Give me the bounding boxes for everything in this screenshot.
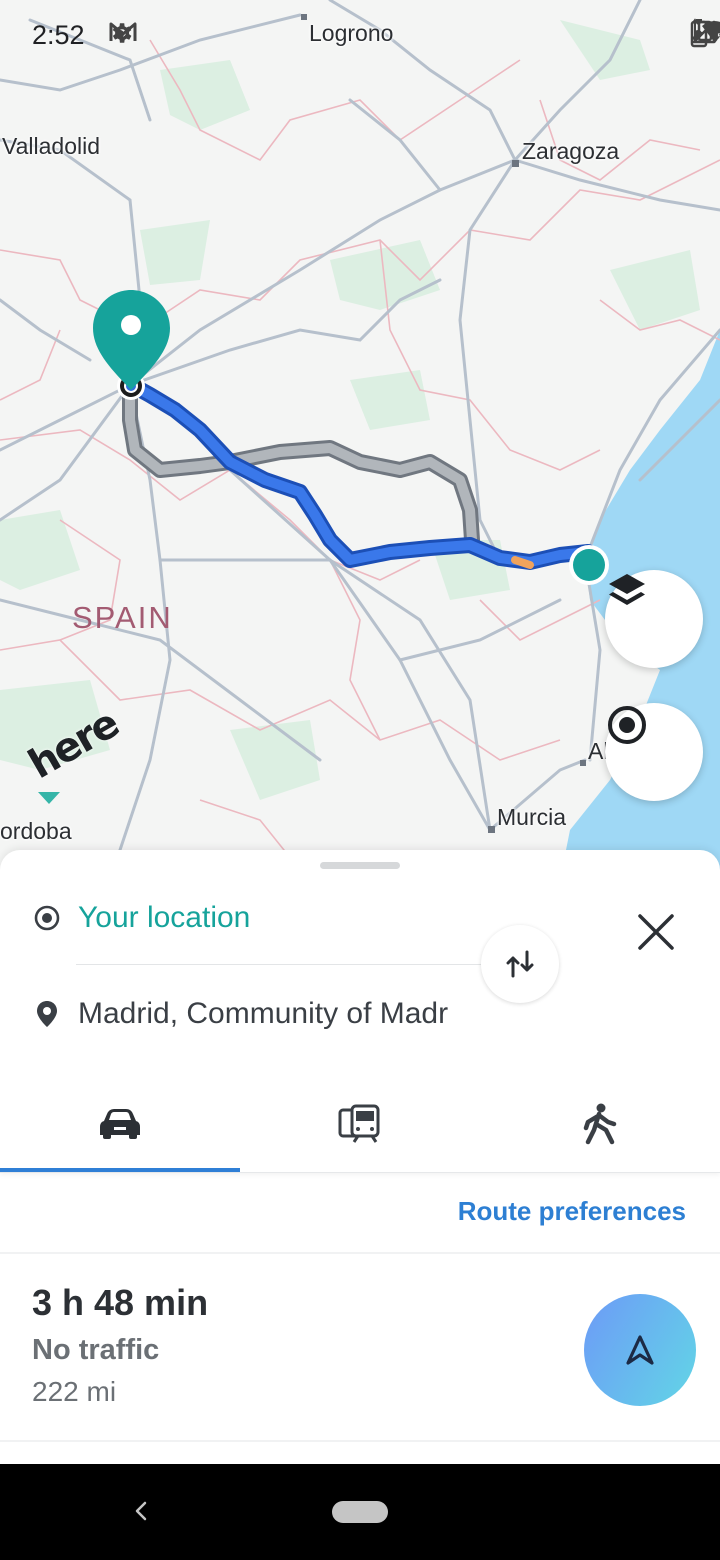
sheet-drag-handle[interactable] bbox=[320, 862, 400, 869]
tab-transit[interactable] bbox=[240, 1080, 480, 1168]
destination-text: Madrid, Community of Madr bbox=[78, 997, 449, 1030]
origin-target-icon bbox=[32, 903, 62, 933]
location-divider bbox=[76, 964, 500, 965]
back-chevron-icon[interactable] bbox=[126, 1496, 156, 1526]
route-distance: 222 mi bbox=[32, 1376, 117, 1407]
map-layers-button[interactable] bbox=[605, 570, 703, 668]
travel-mode-tabs bbox=[0, 1080, 720, 1173]
walk-icon bbox=[583, 1103, 617, 1145]
route-traffic-status: No traffic bbox=[32, 1334, 160, 1366]
swap-locations-button[interactable] bbox=[481, 925, 559, 1003]
origin-text: Your location bbox=[78, 901, 251, 934]
close-route-button[interactable] bbox=[626, 902, 686, 962]
city-label-cordoba: ordoba bbox=[0, 818, 72, 844]
swap-arrows-icon bbox=[506, 950, 534, 978]
tab-walk[interactable] bbox=[480, 1080, 720, 1168]
preferences-divider bbox=[0, 1252, 720, 1254]
start-navigation-button[interactable] bbox=[584, 1294, 696, 1406]
route-preferences-link[interactable]: Route preferences bbox=[458, 1196, 686, 1227]
route-divider bbox=[0, 1440, 720, 1442]
selected-tab-indicator bbox=[0, 1168, 240, 1172]
navigation-arrow-icon bbox=[626, 1335, 654, 1365]
primary-route bbox=[124, 377, 596, 570]
tab-car[interactable] bbox=[0, 1080, 240, 1168]
city-label-murcia: Murcia bbox=[497, 804, 567, 830]
city-label-valladolid: Valladolid bbox=[2, 133, 101, 159]
car-icon bbox=[100, 1109, 140, 1139]
route-panel: Your location Madrid, Community of Madr bbox=[0, 850, 720, 1464]
close-icon bbox=[638, 914, 674, 950]
status-time: 2:52 bbox=[32, 20, 85, 50]
route-duration[interactable]: 3 h 48 min bbox=[32, 1282, 208, 1324]
route-end-marker bbox=[569, 545, 609, 585]
screen: Logrono Valladolid Zaragoza Murcia ordob… bbox=[0, 0, 720, 1560]
home-pill-icon[interactable] bbox=[332, 1501, 388, 1523]
my-location-button[interactable] bbox=[605, 703, 703, 801]
my-location-icon bbox=[608, 706, 646, 744]
transit-icon bbox=[338, 1104, 380, 1143]
country-label: SPAIN bbox=[72, 600, 173, 635]
map-view[interactable]: Logrono Valladolid Zaragoza Murcia ordob… bbox=[0, 0, 720, 880]
layers-icon bbox=[609, 574, 645, 605]
here-logo-triangle bbox=[38, 792, 60, 804]
dot-icon bbox=[116, 30, 124, 38]
destination-pin-icon bbox=[32, 999, 62, 1029]
park-areas bbox=[0, 20, 700, 800]
status-bar: 2:52 5 bbox=[0, 0, 720, 70]
battery-charging-icon bbox=[690, 19, 708, 48]
destination-field[interactable]: Madrid, Community of Madr bbox=[0, 984, 500, 1044]
origin-field[interactable]: Your location bbox=[0, 888, 500, 948]
city-label-zaragoza: Zaragoza bbox=[522, 138, 620, 164]
system-nav-bar bbox=[0, 1464, 720, 1560]
here-logo: here bbox=[21, 701, 128, 810]
